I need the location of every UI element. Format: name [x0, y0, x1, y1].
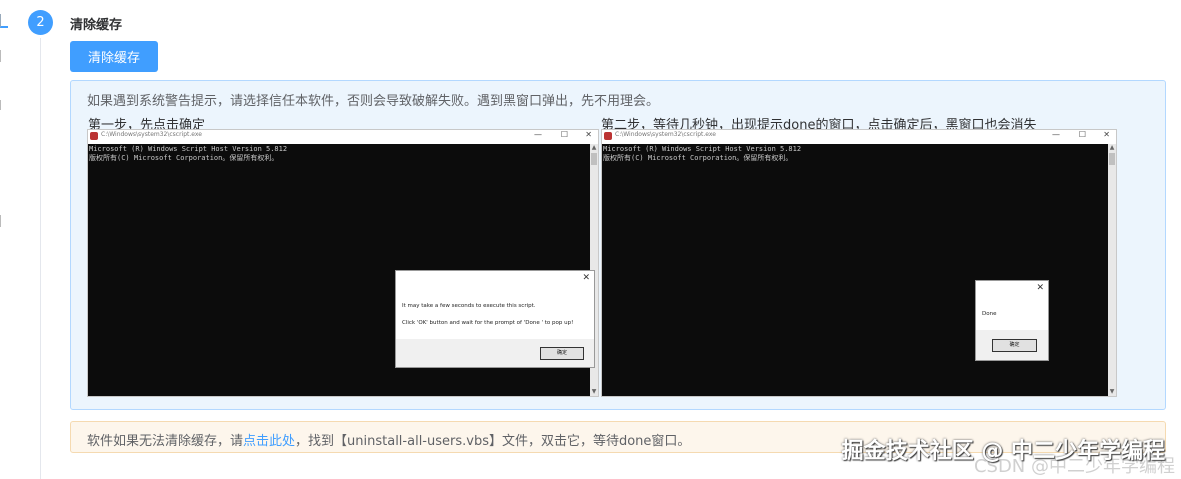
- dialog-message: Click 'OK' button and wait for the promp…: [402, 320, 574, 326]
- console-scrollbar: ▲ ▼: [1108, 144, 1116, 396]
- console-line: 版权所有(C) Microsoft Corporation。保留所有权利。: [603, 154, 793, 162]
- page: 2 清除缓存 清除缓存 如果遇到系统警告提示，请选择信任本软件，否则会导致破解失…: [0, 0, 1181, 479]
- warning-suffix: ，找到【uninstall-all-users.vbs】文件，双击它，等待don…: [295, 434, 691, 449]
- dialog-footer: 确定: [396, 339, 594, 367]
- dialog-ok-button: 确定: [540, 347, 584, 360]
- console-line: Microsoft (R) Windows Script Host Versio…: [603, 145, 802, 153]
- console-line: 版权所有(C) Microsoft Corporation。保留所有权利。: [89, 154, 279, 162]
- screenshot-step1: C:\Windows\system32\cscript.exe — ☐ ✕ Mi…: [87, 129, 599, 397]
- console-line: Microsoft (R) Windows Script Host Versio…: [89, 145, 288, 153]
- dialog-ok-button: 确定: [992, 339, 1037, 352]
- minimize-icon: —: [534, 130, 542, 139]
- close-icon: ✕: [585, 130, 592, 139]
- dialog-close-icon: ✕: [582, 273, 590, 283]
- console-titlebar: C:\Windows\system32\cscript.exe — ☐ ✕: [88, 130, 598, 144]
- clear-cache-button[interactable]: 清除缓存: [70, 41, 158, 72]
- left-edge-fragment: [0, 14, 8, 28]
- scroll-down-icon: ▼: [1109, 388, 1115, 395]
- left-edge-fragment: [0, 50, 8, 62]
- script-prompt-dialog: ✕ It may take a few seconds to execute t…: [395, 270, 595, 368]
- click-here-link[interactable]: 点击此处: [243, 434, 295, 449]
- info-box: 如果遇到系统警告提示，请选择信任本软件，否则会导致破解失败。遇到黑窗口弹出，先不…: [70, 80, 1166, 410]
- warning-prefix: 软件如果无法清除缓存，请: [87, 434, 244, 449]
- maximize-icon: ☐: [1078, 130, 1086, 139]
- left-edge-fragment: [0, 215, 8, 227]
- console-window-title: C:\Windows\system32\cscript.exe: [101, 131, 202, 138]
- maximize-icon: ☐: [560, 130, 568, 139]
- step-title: 清除缓存: [70, 18, 123, 33]
- step-rail-line: [40, 38, 41, 479]
- left-edge-fragment: [0, 100, 8, 110]
- dialog-message: Done: [982, 311, 997, 317]
- scroll-down-icon: ▼: [591, 388, 597, 395]
- script-app-icon: [604, 132, 612, 140]
- scroll-thumb: [1109, 153, 1115, 165]
- dialog-message: It may take a few seconds to execute thi…: [402, 303, 536, 309]
- console-window-title: C:\Windows\system32\cscript.exe: [615, 131, 716, 138]
- console-titlebar: C:\Windows\system32\cscript.exe — ☐ ✕: [602, 130, 1116, 144]
- screenshot-step2: C:\Windows\system32\cscript.exe — ☐ ✕ Mi…: [601, 129, 1117, 397]
- scroll-up-icon: ▲: [591, 144, 597, 151]
- dialog-footer: 确定: [976, 330, 1048, 360]
- scroll-up-icon: ▲: [1109, 144, 1115, 151]
- warning-text: 软件如果无法清除缓存，请点击此处，找到【uninstall-all-users.…: [87, 430, 690, 449]
- close-icon: ✕: [1103, 130, 1110, 139]
- info-text: 如果遇到系统警告提示，请选择信任本软件，否则会导致破解失败。遇到黑窗口弹出，先不…: [87, 94, 660, 109]
- juejin-watermark: 掘金技术社区 @ 中二少年学编程: [841, 439, 1165, 464]
- script-app-icon: [90, 132, 98, 140]
- left-edge-fragments: [0, 0, 10, 479]
- minimize-icon: —: [1052, 130, 1060, 139]
- dialog-close-icon: ✕: [1036, 283, 1044, 293]
- scroll-thumb: [591, 153, 597, 165]
- done-dialog: ✕ Done 确定: [975, 280, 1049, 361]
- step-number-badge: 2: [28, 10, 53, 35]
